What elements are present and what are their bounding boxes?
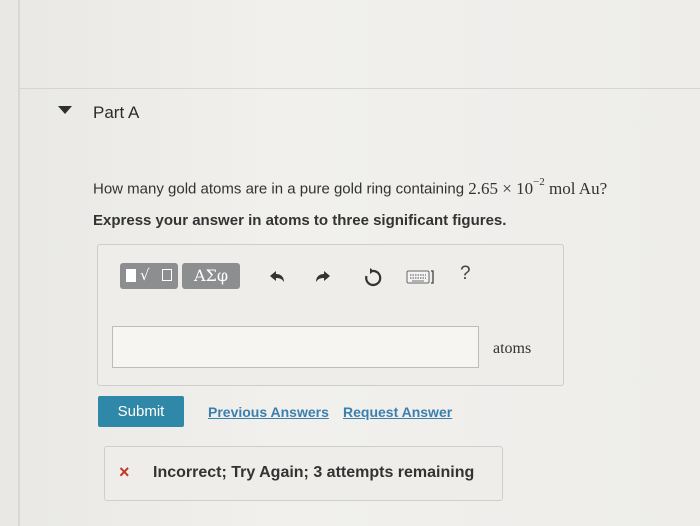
exponent: −2 <box>533 176 545 188</box>
question-math: 2.65 × 10−2 mol Au? <box>468 176 608 198</box>
coefficient: 2.65 <box>468 178 498 198</box>
question-text: How many gold atoms are in a pure gold r… <box>93 176 608 199</box>
collapse-toggle-icon[interactable] <box>58 106 72 114</box>
instruction-text: Express your answer in atoms to three si… <box>93 212 507 229</box>
help-icon[interactable]: ? <box>460 263 471 285</box>
sqrt-icon: √ <box>140 266 150 284</box>
page: Part A How many gold atoms are in a pure… <box>0 0 700 526</box>
left-border <box>18 0 20 526</box>
answer-panel: √ ΑΣφ ? atoms <box>97 244 564 386</box>
feedback-box: × Incorrect; Try Again; 3 attempts remai… <box>104 446 503 501</box>
times-sign: × <box>502 178 512 198</box>
answer-input[interactable] <box>112 326 479 368</box>
section-divider <box>20 88 700 89</box>
greek-symbols-button[interactable]: ΑΣφ <box>182 263 240 289</box>
undo-icon[interactable] <box>266 267 288 287</box>
question-unit: mol Au? <box>549 178 608 198</box>
previous-answers-link[interactable]: Previous Answers <box>208 404 329 420</box>
reset-icon[interactable] <box>362 267 384 287</box>
units-label: atoms <box>493 340 532 357</box>
redo-icon[interactable] <box>312 267 334 287</box>
keyboard-icon[interactable] <box>406 269 436 285</box>
request-answer-link[interactable]: Request Answer <box>343 404 452 420</box>
box-icon <box>162 269 172 281</box>
template-block-icon <box>126 269 136 282</box>
part-title: Part A <box>93 103 140 122</box>
feedback-message: Incorrect; Try Again; 3 attempts remaini… <box>153 464 475 481</box>
base: 10 <box>516 178 534 198</box>
incorrect-icon: × <box>119 462 130 482</box>
submit-button[interactable]: Submit <box>98 396 184 427</box>
templates-button[interactable]: √ <box>120 263 178 289</box>
question-prefix: How many gold atoms are in a pure gold r… <box>93 180 469 198</box>
